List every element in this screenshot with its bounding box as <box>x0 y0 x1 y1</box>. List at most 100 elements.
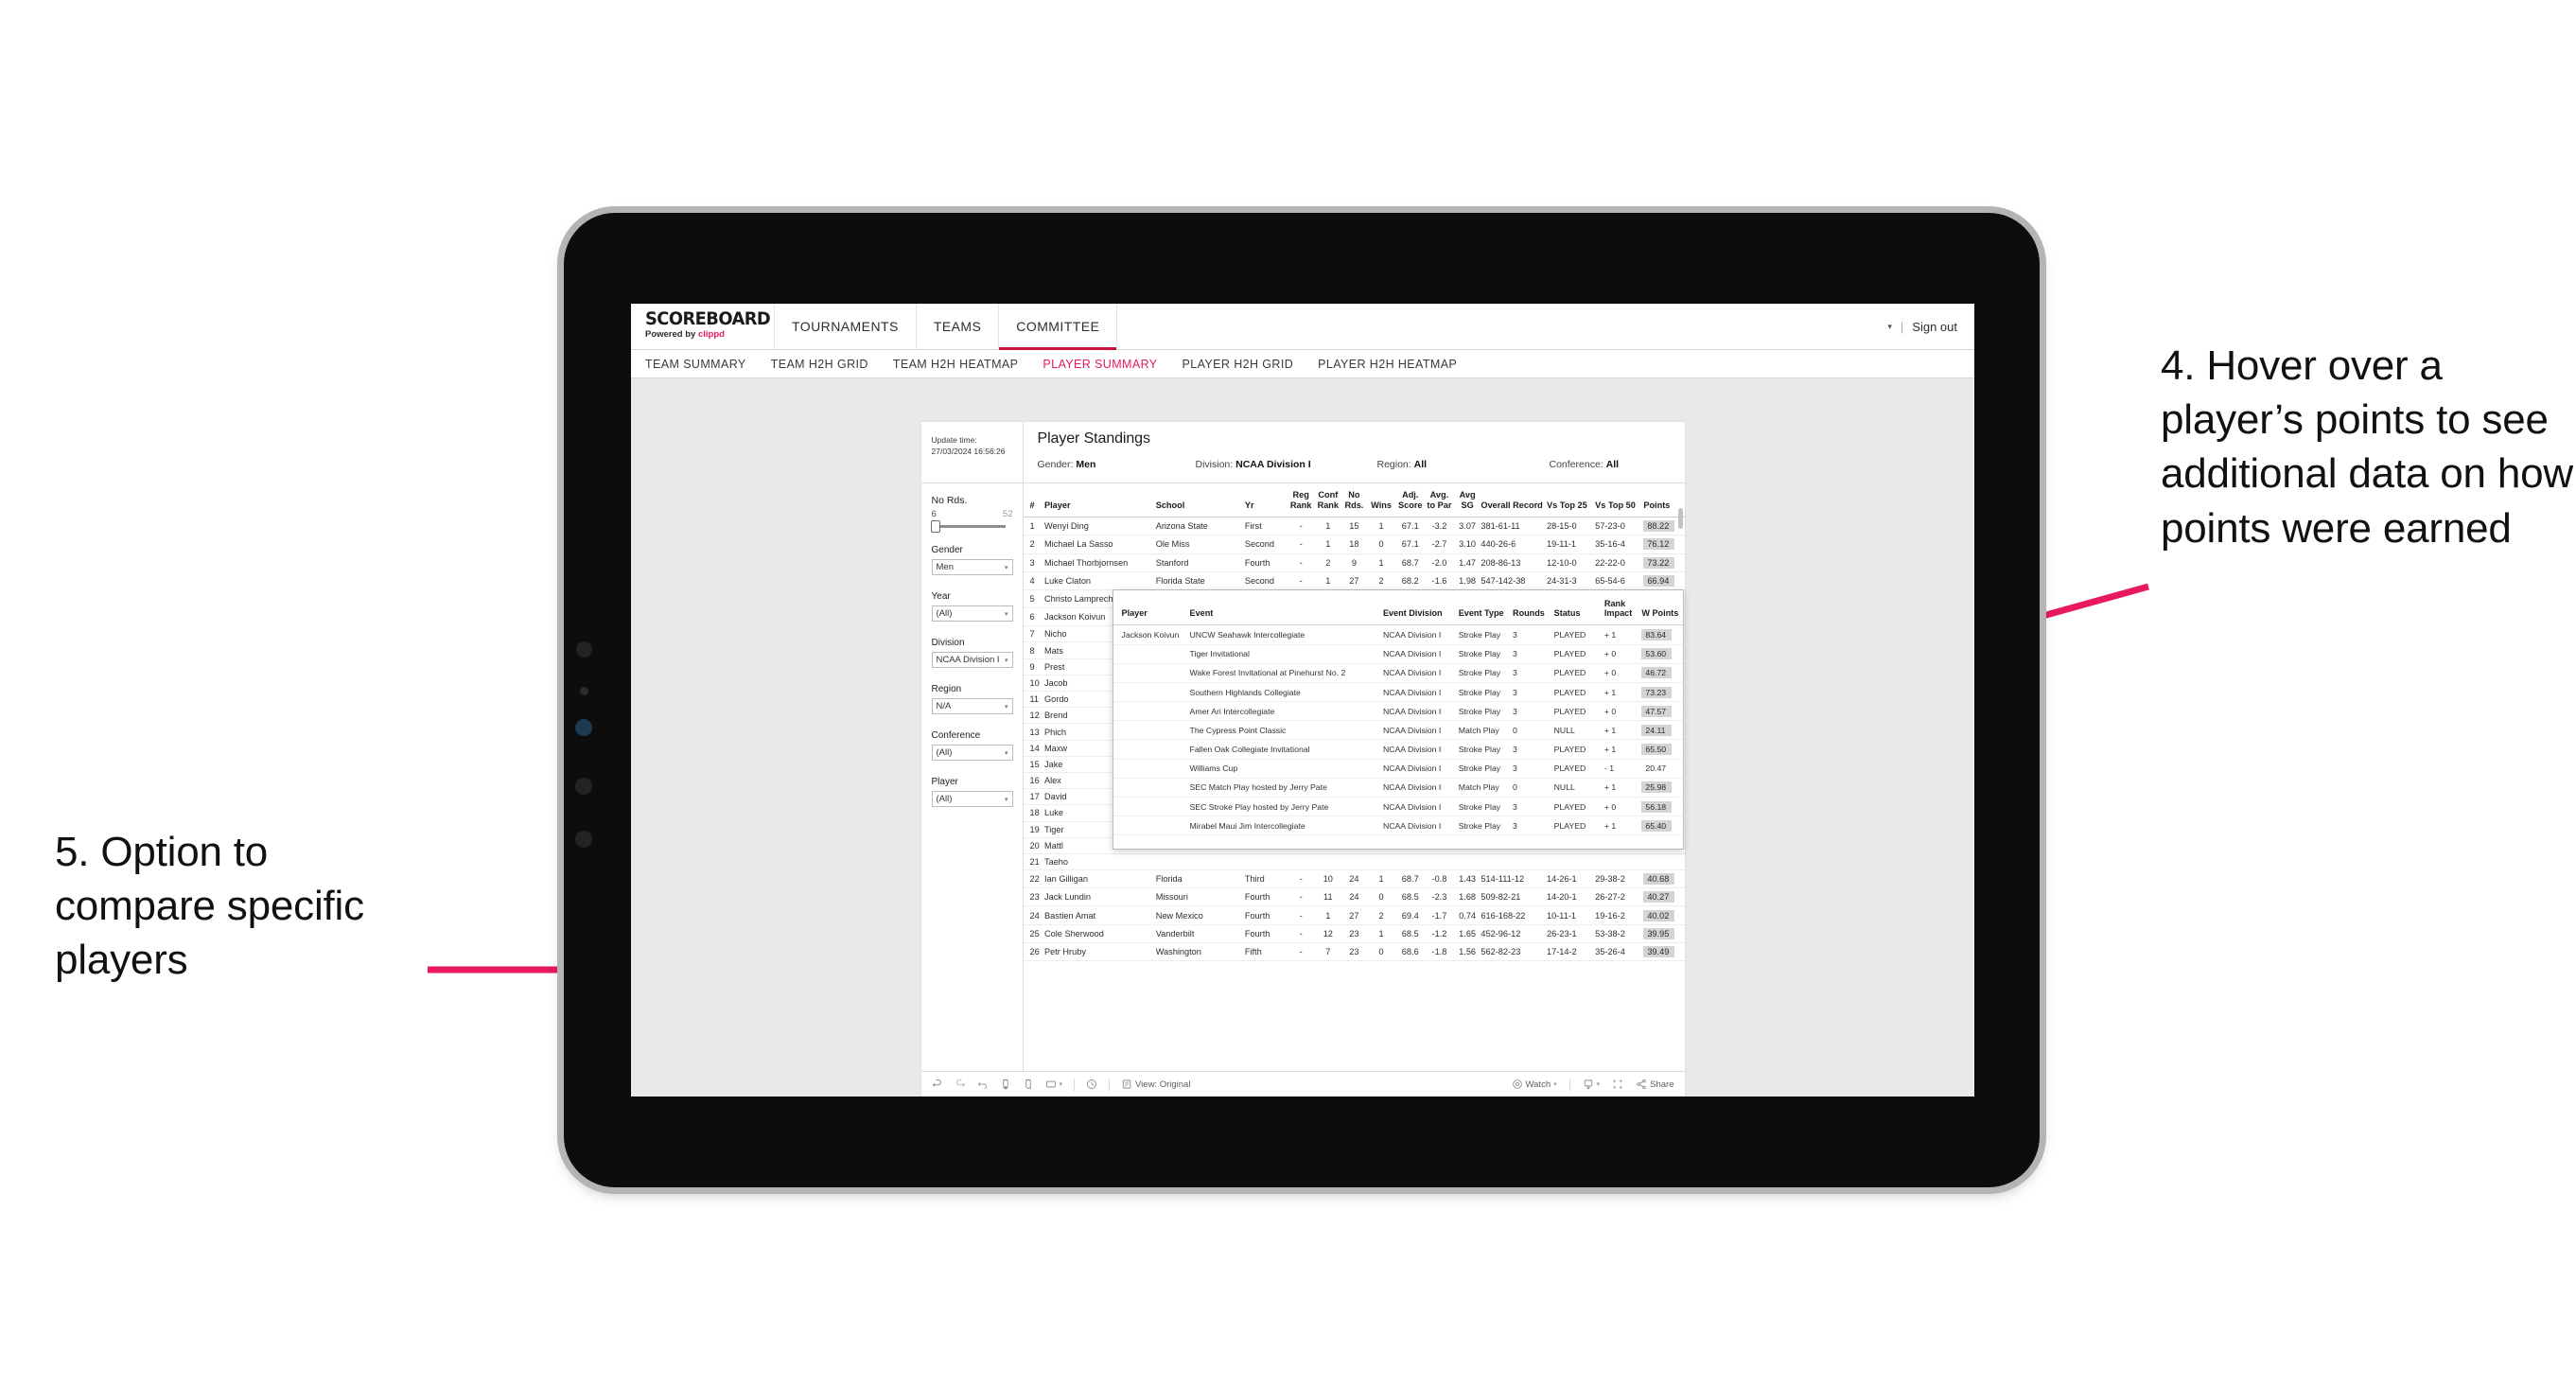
tooltip-cell-player <box>1113 778 1190 798</box>
tooltip-cell-division: NCAA Division I <box>1382 739 1459 760</box>
device-layout-button[interactable]: ▾ <box>1045 1079 1062 1090</box>
pause-refresh-icon[interactable] <box>1000 1079 1011 1090</box>
viz-title-area: Player Standings Gender: Men Division: N… <box>1024 422 1685 482</box>
chevron-down-icon[interactable]: ▾ <box>1887 322 1892 332</box>
cell-points[interactable] <box>1643 853 1685 871</box>
th-wins[interactable]: Wins <box>1366 483 1396 518</box>
cell-points[interactable]: 73.22 <box>1643 553 1685 572</box>
points-chip[interactable]: 40.68 <box>1643 873 1675 886</box>
refresh-data-icon[interactable] <box>1023 1079 1034 1090</box>
th-school[interactable]: School <box>1155 483 1245 518</box>
th-avg-sg[interactable]: Avg SG <box>1453 483 1481 518</box>
points-detail-tooltip: Player Event Event Division Event Type R… <box>1112 589 1684 851</box>
filter-conference-select[interactable]: (All) ▾ <box>931 745 1013 761</box>
table-row[interactable]: 4 Luke Claton Florida State Second -1 27 2 68.2… <box>1023 571 1685 590</box>
table-row[interactable]: 21 Taeho <box>1023 853 1685 871</box>
subnav-player-h2h-heatmap[interactable]: PLAYER H2H HEATMAP <box>1318 358 1457 371</box>
table-row[interactable]: 26 Petr Hruby Washington Fifth -7 23 0 68.6 -1.8… <box>1023 942 1685 962</box>
th-rank[interactable]: # <box>1023 483 1044 518</box>
filter-region-select[interactable]: N/A ▾ <box>931 698 1013 714</box>
table-row[interactable]: 23 Jack Lundin Missouri Fourth -11 24 0 68.5 -2.… <box>1023 887 1685 907</box>
cell-conf: 7 <box>1314 942 1342 962</box>
filter-player-select[interactable]: (All) ▾ <box>931 791 1013 807</box>
cell-points[interactable]: 40.27 <box>1643 887 1685 907</box>
th-vs-top-50[interactable]: Vs Top 50 <box>1595 483 1644 518</box>
share-icon <box>1636 1079 1647 1090</box>
sign-out-link[interactable]: Sign out <box>1912 320 1957 334</box>
nav-tournaments[interactable]: TOURNAMENTS <box>775 304 917 349</box>
cell-player: Michael Thorbjornsen <box>1044 553 1156 572</box>
tooltip-cell-w-points: 46.72 <box>1641 663 1683 683</box>
tooltip-cell-status: PLAYED <box>1553 759 1604 779</box>
table-row[interactable]: 2 Michael La Sasso Ole Miss Second -1 18 0 67.1… <box>1023 535 1685 554</box>
cell-yr: First <box>1244 517 1288 536</box>
pause-auto-update-icon[interactable] <box>1086 1079 1097 1090</box>
table-scrollbar[interactable] <box>1677 508 1683 529</box>
no-rounds-label: No Rds. <box>931 495 968 506</box>
chevron-down-icon: ▾ <box>1553 1081 1557 1088</box>
subnav-team-h2h-heatmap[interactable]: TEAM H2H HEATMAP <box>893 358 1019 371</box>
subnav-team-summary[interactable]: TEAM SUMMARY <box>645 358 746 371</box>
cell-points[interactable]: 39.49 <box>1643 942 1685 962</box>
watch-button[interactable]: Watch ▾ <box>1512 1079 1557 1090</box>
points-chip[interactable]: 73.22 <box>1643 556 1675 569</box>
th-conf-rank[interactable]: Conf Rank <box>1314 483 1342 518</box>
th-vs-top-25[interactable]: Vs Top 25 <box>1547 483 1596 518</box>
table-row[interactable]: 25 Cole Sherwood Vanderbilt Fourth -12 23 1 68.… <box>1023 924 1685 943</box>
tt-th-event-type: Event Type <box>1458 590 1513 626</box>
app-logo[interactable]: SCOREBOARD Powered by clippd <box>631 304 775 349</box>
summary-division: Division: NCAA Division I <box>1196 459 1377 470</box>
revert-icon[interactable] <box>977 1079 989 1090</box>
th-yr[interactable]: Yr <box>1244 483 1288 518</box>
th-avg-to-par[interactable]: Avg. to Par <box>1425 483 1454 518</box>
table-row[interactable]: 24 Bastien Amat New Mexico Fourth -1 27 2 69.4-… <box>1023 905 1685 925</box>
device-sensor-2 <box>580 687 588 695</box>
points-chip[interactable]: 88.22 <box>1643 520 1675 533</box>
th-reg-rank[interactable]: Reg Rank <box>1287 483 1315 518</box>
subnav-team-h2h-grid[interactable]: TEAM H2H GRID <box>771 358 868 371</box>
points-chip[interactable]: 40.27 <box>1643 891 1675 904</box>
share-button[interactable]: Share <box>1636 1079 1674 1090</box>
w-points-chip: 53.60 <box>1641 648 1673 660</box>
undo-icon[interactable] <box>932 1079 943 1090</box>
tooltip-cell-status: PLAYED <box>1553 624 1604 645</box>
cell-points[interactable]: 39.95 <box>1643 924 1685 943</box>
tooltip-cell-division: NCAA Division I <box>1382 624 1459 645</box>
points-chip[interactable]: 39.49 <box>1643 945 1675 957</box>
w-points-chip: 83.64 <box>1641 628 1673 640</box>
nav-teams[interactable]: TEAMS <box>917 304 1000 349</box>
filter-division-select[interactable]: NCAA Division I ▾ <box>931 652 1013 668</box>
tooltip-cell-impact: + 0 <box>1603 701 1642 722</box>
table-row[interactable]: 22 Ian Gilligan Florida Third -10 24 1 68.7 -0.8… <box>1023 869 1685 889</box>
subnav-player-h2h-grid[interactable]: PLAYER H2H GRID <box>1183 358 1294 371</box>
subnav-player-summary[interactable]: PLAYER SUMMARY <box>1043 358 1157 371</box>
th-overall-record[interactable]: Overall Record <box>1481 483 1547 518</box>
nav-committee[interactable]: COMMITTEE <box>999 304 1118 350</box>
no-rounds-slider-track[interactable] <box>930 520 1006 533</box>
tooltip-cell-player <box>1113 797 1190 817</box>
cell-points[interactable]: 40.02 <box>1643 905 1685 925</box>
points-chip[interactable]: 40.02 <box>1643 909 1675 921</box>
table-row[interactable]: 3 Michael Thorbjornsen Stanford Fourth -2 9 1 6… <box>1023 553 1685 572</box>
th-player[interactable]: Player <box>1044 483 1156 518</box>
redo-icon[interactable] <box>955 1079 966 1090</box>
cell-points[interactable]: 76.12 <box>1643 535 1685 554</box>
cell-points[interactable]: 40.68 <box>1643 869 1685 889</box>
no-rounds-slider-handle[interactable] <box>930 520 940 533</box>
fullscreen-icon[interactable] <box>1612 1079 1623 1090</box>
tooltip-cell-rounds: 3 <box>1513 682 1554 703</box>
cell-rank: 10 <box>1023 675 1044 693</box>
tooltip-cell-rounds: 3 <box>1513 797 1554 817</box>
th-no-rds[interactable]: No Rds. <box>1341 483 1367 518</box>
th-adj-score[interactable]: Adj. Score <box>1395 483 1426 518</box>
points-chip[interactable]: 66.94 <box>1643 574 1675 587</box>
cell-points[interactable]: 66.94 <box>1643 571 1685 590</box>
download-button[interactable]: ▾ <box>1583 1079 1600 1090</box>
view-original-button[interactable]: View: Original <box>1121 1079 1190 1090</box>
filter-gender-select[interactable]: Men ▾ <box>931 559 1013 575</box>
filter-year-select[interactable]: (All) ▾ <box>931 605 1013 622</box>
points-chip[interactable]: 76.12 <box>1643 538 1675 551</box>
cell-wins: 2 <box>1366 905 1396 925</box>
points-chip[interactable]: 39.95 <box>1643 927 1675 939</box>
table-row[interactable]: 1 Wenyi Ding Arizona State First -1 15 1 67.1 -3… <box>1023 517 1685 536</box>
